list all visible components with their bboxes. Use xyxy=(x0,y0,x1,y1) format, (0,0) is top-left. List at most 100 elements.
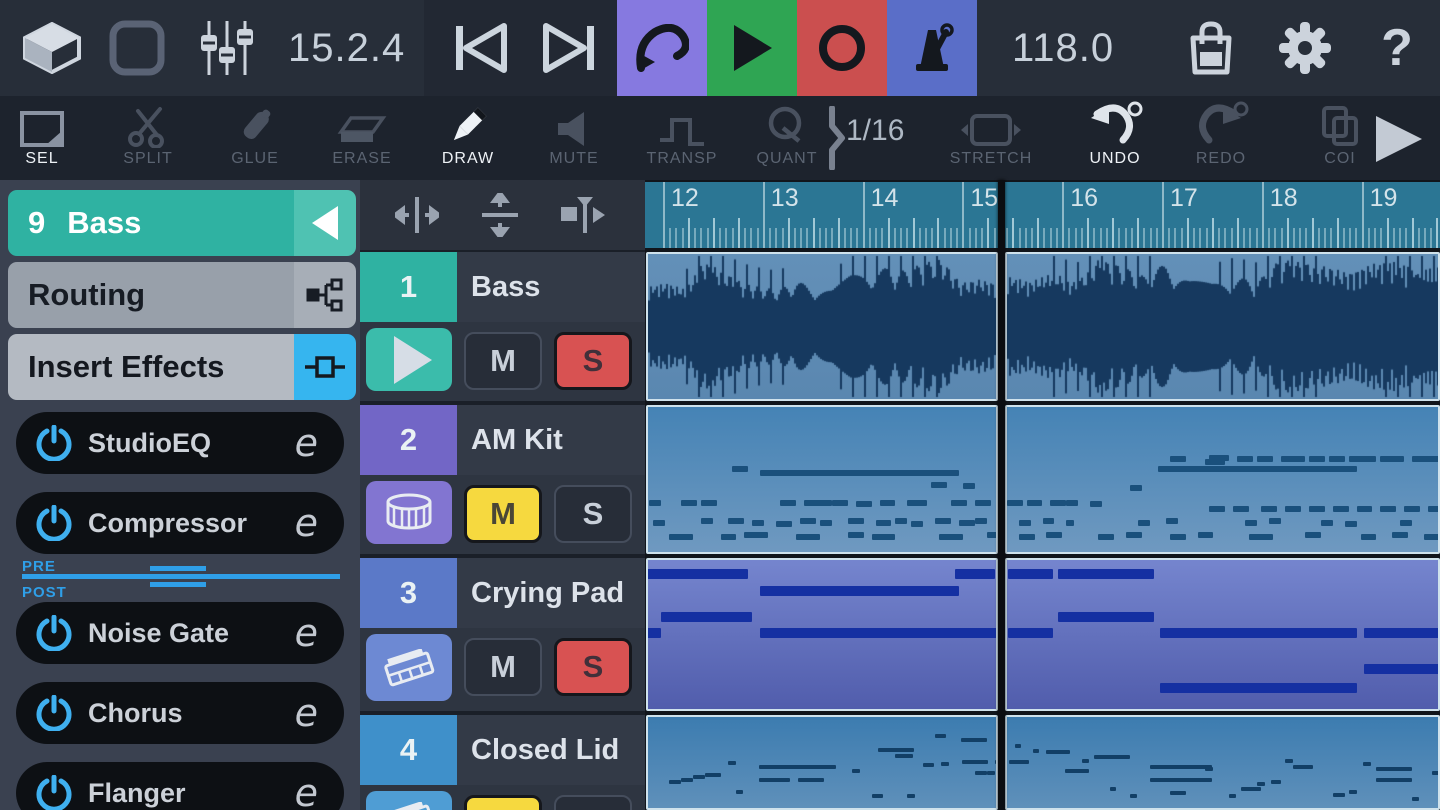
midi-note xyxy=(732,466,748,472)
skip-forward-button[interactable] xyxy=(534,0,606,96)
resize-horizontal-icon[interactable] xyxy=(395,195,439,235)
solo-button[interactable]: S xyxy=(554,485,632,543)
audio-clip[interactable] xyxy=(1005,252,1440,401)
track-row-closed-lid[interactable]: 4 Closed Lid M S xyxy=(360,715,645,810)
beat-tick xyxy=(1430,228,1432,248)
beat-tick xyxy=(1131,228,1133,248)
bar-line xyxy=(1062,182,1064,248)
mute-button[interactable]: M xyxy=(464,332,542,390)
app-logo-icon[interactable] xyxy=(18,0,86,96)
power-icon[interactable] xyxy=(36,695,72,731)
beat-tick xyxy=(987,218,989,248)
play-button[interactable] xyxy=(707,0,797,96)
track-type-icon-cell[interactable] xyxy=(366,328,452,391)
track-type-icon-cell[interactable] xyxy=(366,791,452,810)
metronome-button[interactable] xyxy=(887,0,977,96)
midi-note xyxy=(939,534,963,540)
midi-note xyxy=(872,794,884,798)
solo-button[interactable]: S xyxy=(554,332,632,390)
post-label: POST xyxy=(22,584,67,601)
midi-note xyxy=(1233,506,1249,512)
audio-clip[interactable] xyxy=(646,252,998,401)
quantize-value[interactable]: 1/16 xyxy=(846,114,904,148)
midi-note xyxy=(923,763,933,767)
power-icon[interactable] xyxy=(36,425,72,461)
midi-clip[interactable] xyxy=(1005,558,1440,711)
effect-slot-flanger[interactable]: Flanger e xyxy=(16,762,344,810)
tempo-display[interactable]: 118.0 xyxy=(1012,0,1114,96)
tool-redo[interactable]: REDO xyxy=(1173,96,1269,180)
insert-effects-button[interactable]: Insert Effects xyxy=(8,334,356,400)
tool-undo[interactable]: UNDO xyxy=(1067,96,1163,180)
inspector-collapse-button[interactable] xyxy=(294,190,356,256)
midi-clip[interactable] xyxy=(1005,405,1440,554)
autosize-track-icon[interactable] xyxy=(561,195,611,235)
midi-note xyxy=(1412,456,1440,462)
bar-number: 14 xyxy=(871,184,899,213)
prepost-slider-handle-top[interactable] xyxy=(150,566,206,571)
mixer-icon[interactable] xyxy=(192,0,262,96)
beat-tick xyxy=(1337,218,1339,248)
mute-button[interactable]: M xyxy=(464,795,542,810)
settings-gear-icon[interactable] xyxy=(1272,0,1338,96)
stop-button[interactable] xyxy=(102,0,172,96)
midi-note xyxy=(1043,518,1055,524)
routing-button[interactable]: Routing xyxy=(8,262,356,328)
power-icon[interactable] xyxy=(36,505,72,541)
prepost-slider-handle-bottom[interactable] xyxy=(150,582,206,587)
insert-effects-icon xyxy=(294,334,356,400)
solo-button[interactable]: S xyxy=(554,638,632,696)
track-type-icon-cell[interactable] xyxy=(366,634,452,701)
inspector-track-header[interactable]: 9 Bass xyxy=(8,190,356,256)
bar-line xyxy=(763,182,765,248)
tool-transpose[interactable]: TRANSP xyxy=(634,96,730,180)
track-row-crying-pad[interactable]: 3 Crying Pad M S xyxy=(360,558,645,711)
record-button[interactable] xyxy=(797,0,887,96)
effect-slot-compressor[interactable]: Compressor e xyxy=(16,492,344,554)
mute-button[interactable]: M xyxy=(464,638,542,696)
midi-note xyxy=(1364,664,1440,674)
midi-clip[interactable] xyxy=(1005,715,1440,810)
solo-button[interactable]: S xyxy=(554,795,632,810)
tool-erase[interactable]: ERASE xyxy=(314,96,410,180)
edit-effect-icon[interactable]: e xyxy=(295,771,318,810)
prepost-slider-track[interactable] xyxy=(22,574,340,579)
midi-note xyxy=(760,470,959,476)
edit-effect-icon[interactable]: e xyxy=(295,691,318,735)
track-type-icon-cell[interactable] xyxy=(366,481,452,544)
tool-quantize[interactable]: QUANT xyxy=(739,96,835,180)
edit-effect-icon[interactable]: e xyxy=(295,501,318,545)
edit-effect-icon[interactable]: e xyxy=(295,611,318,655)
timeline-ruler[interactable]: 1213141516171819 xyxy=(645,182,1440,248)
effect-slot-chorus[interactable]: Chorus e xyxy=(16,682,344,744)
time-position-display[interactable]: 15.2.4 xyxy=(288,0,405,96)
power-icon[interactable] xyxy=(36,775,72,810)
tool-draw[interactable]: DRAW xyxy=(420,96,516,180)
skip-back-button[interactable] xyxy=(444,0,516,96)
arrange-area[interactable]: 1213141516171819 xyxy=(645,180,1440,810)
playhead-cursor[interactable] xyxy=(998,180,1005,810)
tool-split[interactable]: SPLIT xyxy=(100,96,196,180)
shop-bag-icon[interactable] xyxy=(1178,0,1244,96)
track-row-bass[interactable]: 1 Bass M S xyxy=(360,252,645,401)
resize-vertical-icon[interactable] xyxy=(480,193,520,237)
tool-mute[interactable]: MUTE xyxy=(526,96,622,180)
tool-glue[interactable]: GLUE xyxy=(207,96,303,180)
tool-stretch[interactable]: STRETCH xyxy=(936,96,1046,180)
midi-note xyxy=(848,532,864,538)
tool-select[interactable]: SEL xyxy=(0,96,90,180)
help-button[interactable]: ? xyxy=(1368,0,1426,96)
expand-toolbar-arrow[interactable] xyxy=(1372,114,1424,164)
edit-effect-icon[interactable]: e xyxy=(295,421,318,465)
beat-tick xyxy=(913,218,915,248)
effect-slot-studioeq[interactable]: StudioEQ e xyxy=(16,412,344,474)
beat-tick xyxy=(1224,228,1226,248)
midi-clip[interactable] xyxy=(646,715,998,810)
power-icon[interactable] xyxy=(36,615,72,651)
midi-clip[interactable] xyxy=(646,405,998,554)
midi-clip[interactable] xyxy=(646,558,998,711)
mute-button[interactable]: M xyxy=(464,485,542,543)
track-row-am-kit[interactable]: 2 AM Kit M S xyxy=(360,405,645,554)
effect-slot-noise-gate[interactable]: Noise Gate e xyxy=(16,602,344,664)
cycle-loop-button[interactable] xyxy=(617,0,707,96)
